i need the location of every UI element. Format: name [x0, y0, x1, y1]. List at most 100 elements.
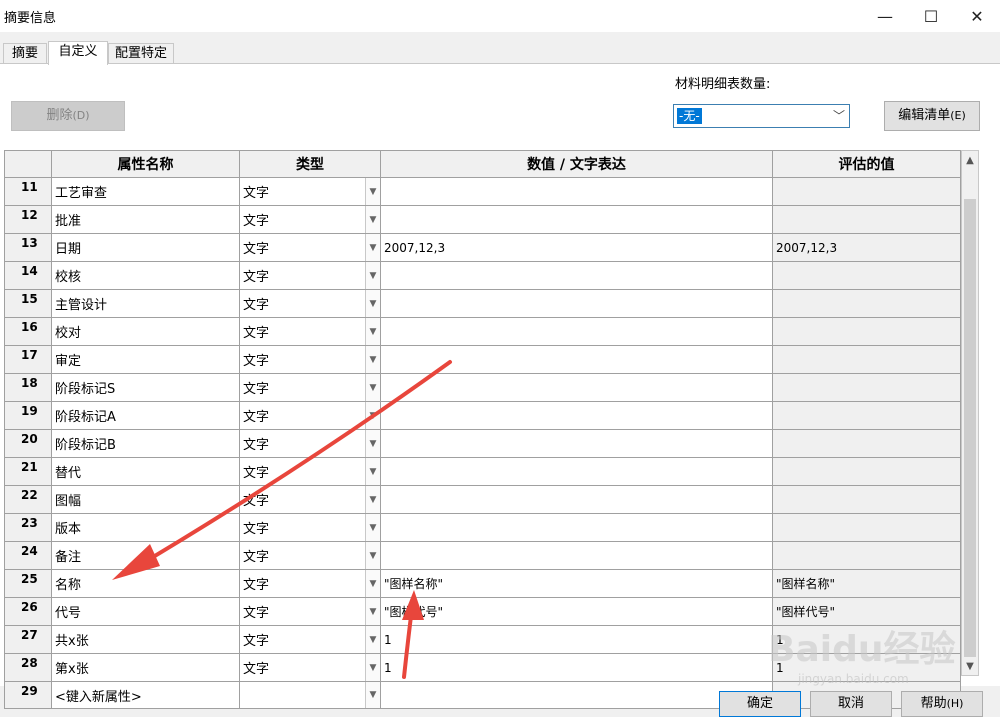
- property-value-cell[interactable]: [380, 261, 773, 290]
- delete-label: 删除: [46, 108, 73, 123]
- property-type-cell[interactable]: 文字 ▼: [239, 289, 381, 318]
- property-name-cell[interactable]: 工艺审查: [51, 177, 240, 206]
- property-name-cell[interactable]: 备注: [51, 541, 240, 570]
- chevron-down-icon[interactable]: ▼: [365, 486, 380, 513]
- property-value-cell[interactable]: [380, 429, 773, 458]
- property-name-cell[interactable]: 图幅: [51, 485, 240, 514]
- property-type-cell[interactable]: 文字 ▼: [239, 541, 381, 570]
- property-value-cell[interactable]: [380, 177, 773, 206]
- maximize-icon[interactable]: ☐: [908, 0, 954, 32]
- property-name-cell[interactable]: 阶段标记B: [51, 429, 240, 458]
- close-icon[interactable]: ✕: [954, 0, 1000, 32]
- chevron-down-icon[interactable]: ▼: [365, 206, 380, 233]
- property-type-cell[interactable]: 文字 ▼: [239, 177, 381, 206]
- property-type-cell[interactable]: 文字 ▼: [239, 401, 381, 430]
- property-name-cell[interactable]: 代号: [51, 597, 240, 626]
- chevron-down-icon[interactable]: ▼: [365, 654, 380, 681]
- property-value-cell[interactable]: 2007,12,3: [380, 233, 773, 262]
- table-row: 22 图幅 文字 ▼: [4, 485, 961, 514]
- bom-quantity-select[interactable]: -无- ﹀: [673, 104, 850, 128]
- property-value-cell[interactable]: [380, 289, 773, 318]
- chevron-down-icon[interactable]: ▼: [365, 598, 380, 625]
- tab-custom[interactable]: 自定义: [48, 41, 108, 65]
- chevron-down-icon[interactable]: ▼: [365, 290, 380, 317]
- property-name-cell[interactable]: 校核: [51, 261, 240, 290]
- property-value-cell[interactable]: [380, 681, 773, 709]
- property-value-cell[interactable]: [380, 541, 773, 570]
- property-name-cell[interactable]: 日期: [51, 233, 240, 262]
- property-name-cell[interactable]: 替代: [51, 457, 240, 486]
- minimize-icon[interactable]: —: [862, 0, 908, 32]
- chevron-down-icon[interactable]: ▼: [365, 570, 380, 597]
- property-type-cell[interactable]: 文字 ▼: [239, 429, 381, 458]
- chevron-down-icon[interactable]: ▼: [365, 234, 380, 261]
- chevron-down-icon[interactable]: ▼: [365, 542, 380, 569]
- edit-list-button[interactable]: 编辑清单(E): [884, 101, 980, 131]
- chevron-down-icon[interactable]: ▼: [365, 402, 380, 429]
- property-name-cell[interactable]: 第x张: [51, 653, 240, 682]
- property-value-cell[interactable]: [380, 373, 773, 402]
- property-value-cell[interactable]: [380, 513, 773, 542]
- chevron-down-icon[interactable]: ▼: [365, 626, 380, 653]
- property-type-cell[interactable]: 文字 ▼: [239, 233, 381, 262]
- property-value-cell[interactable]: [380, 485, 773, 514]
- property-type-cell[interactable]: 文字 ▼: [239, 597, 381, 626]
- property-value-cell[interactable]: [380, 457, 773, 486]
- chevron-down-icon[interactable]: ▼: [365, 458, 380, 485]
- property-value-cell[interactable]: [380, 401, 773, 430]
- property-type-value: 文字: [243, 242, 270, 257]
- property-value-cell[interactable]: "图样代号": [380, 597, 773, 626]
- property-value-cell[interactable]: 1: [380, 625, 773, 654]
- property-name-cell[interactable]: 名称: [51, 569, 240, 598]
- evaluated-value-cell: 2007,12,3: [772, 233, 961, 262]
- property-type-cell[interactable]: 文字 ▼: [239, 317, 381, 346]
- property-type-cell[interactable]: 文字 ▼: [239, 345, 381, 374]
- property-name-cell[interactable]: 校对: [51, 317, 240, 346]
- property-name-cell[interactable]: <键入新属性>: [51, 681, 240, 709]
- tab-config-specific[interactable]: 配置特定: [108, 43, 174, 64]
- evaluated-value-cell: [772, 401, 961, 430]
- property-type-cell[interactable]: 文字 ▼: [239, 457, 381, 486]
- property-value-cell[interactable]: [380, 317, 773, 346]
- property-name-cell[interactable]: 版本: [51, 513, 240, 542]
- chevron-down-icon[interactable]: ▼: [365, 374, 380, 401]
- evaluated-value-cell: [772, 457, 961, 486]
- property-type-value: 文字: [243, 410, 270, 425]
- chevron-down-icon[interactable]: ▼: [365, 318, 380, 345]
- property-type-cell[interactable]: 文字 ▼: [239, 373, 381, 402]
- property-type-cell[interactable]: 文字 ▼: [239, 513, 381, 542]
- property-value-cell[interactable]: [380, 205, 773, 234]
- delete-button[interactable]: 删除(D): [11, 101, 125, 131]
- property-name-cell[interactable]: 批准: [51, 205, 240, 234]
- property-name-cell[interactable]: 共x张: [51, 625, 240, 654]
- property-type-value: 文字: [243, 522, 270, 537]
- chevron-down-icon[interactable]: ▼: [365, 682, 380, 708]
- tab-summary[interactable]: 摘要: [3, 43, 47, 64]
- table-row: 19 阶段标记A 文字 ▼: [4, 401, 961, 430]
- scroll-up-icon[interactable]: ▲: [962, 151, 978, 169]
- chevron-down-icon[interactable]: ▼: [365, 262, 380, 289]
- property-type-cell[interactable]: 文字 ▼: [239, 205, 381, 234]
- property-type-cell[interactable]: 文字 ▼: [239, 485, 381, 514]
- property-value-cell[interactable]: 1: [380, 653, 773, 682]
- property-type-cell[interactable]: 文字 ▼: [239, 261, 381, 290]
- property-name-cell[interactable]: 阶段标记A: [51, 401, 240, 430]
- property-type-cell[interactable]: 文字 ▼: [239, 625, 381, 654]
- table-scrollbar[interactable]: ▲ ▼: [961, 150, 979, 676]
- property-name-cell[interactable]: 主管设计: [51, 289, 240, 318]
- chevron-down-icon[interactable]: ▼: [365, 346, 380, 373]
- evaluated-value-cell: [772, 373, 961, 402]
- property-value-cell[interactable]: "图样名称": [380, 569, 773, 598]
- scroll-thumb[interactable]: [964, 199, 976, 657]
- property-type-cell[interactable]: 文字 ▼: [239, 653, 381, 682]
- property-type-cell[interactable]: 文字 ▼: [239, 569, 381, 598]
- evaluated-value-cell: [772, 177, 961, 206]
- chevron-down-icon[interactable]: ▼: [365, 514, 380, 541]
- chevron-down-icon[interactable]: ▼: [365, 430, 380, 457]
- property-type-cell[interactable]: ▼: [239, 681, 381, 709]
- property-value-cell[interactable]: [380, 345, 773, 374]
- property-name-cell[interactable]: 审定: [51, 345, 240, 374]
- property-name-cell[interactable]: 阶段标记S: [51, 373, 240, 402]
- chevron-down-icon[interactable]: ▼: [365, 178, 380, 205]
- delete-accel: (D): [72, 109, 90, 122]
